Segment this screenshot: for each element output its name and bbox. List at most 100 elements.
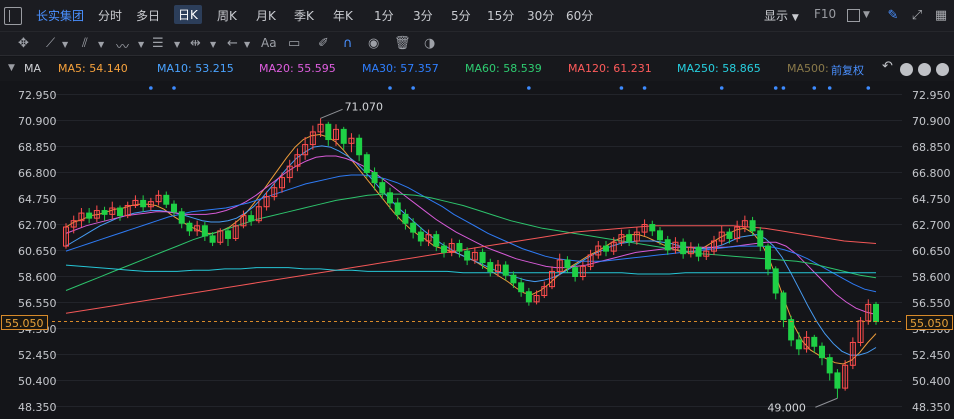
candle-body bbox=[695, 246, 702, 257]
candle-body bbox=[464, 250, 471, 261]
toggle-icon[interactable]: ◑ bbox=[424, 36, 435, 51]
tab-period-2[interactable]: 日K bbox=[174, 5, 202, 24]
minus-icon[interactable] bbox=[918, 63, 931, 76]
event-marker bbox=[781, 86, 786, 90]
tab-period-3[interactable]: 周K bbox=[217, 7, 237, 24]
candle-body bbox=[764, 245, 772, 270]
left-price-axis: 72.950 70.900 68.850 66.800 64.750 62.70… bbox=[0, 82, 57, 419]
candle-body bbox=[826, 357, 833, 374]
trash-icon[interactable]: 🗑 bbox=[394, 36, 411, 51]
candlestick-chart[interactable]: 71.070 49.000 bbox=[0, 82, 954, 419]
fib-tool-icon[interactable]: ☰ bbox=[152, 36, 164, 51]
display-dropdown[interactable]: 显示 ▼ bbox=[764, 7, 799, 24]
chevron-down-icon[interactable]: ▼ bbox=[174, 40, 180, 49]
sidebar-toggle-icon[interactable] bbox=[4, 7, 22, 25]
candle-body bbox=[410, 222, 417, 233]
draw-pen-icon[interactable]: ✎ bbox=[884, 6, 902, 24]
tab-period-11[interactable]: 30分 bbox=[527, 7, 554, 24]
tab-period-6[interactable]: 年K bbox=[333, 7, 353, 24]
event-marker bbox=[827, 86, 832, 90]
chevron-down-icon[interactable]: ▼ bbox=[244, 40, 250, 49]
y-tick: 58.600 bbox=[18, 271, 57, 284]
candle-body bbox=[680, 241, 687, 255]
stock-name[interactable]: 长实集团 bbox=[36, 7, 84, 24]
magnet-icon[interactable]: ∩ bbox=[343, 36, 353, 51]
ma120-label: MA120: 61.231 bbox=[568, 62, 652, 75]
candle-body bbox=[749, 220, 756, 232]
expand-icon[interactable]: ⤢ bbox=[908, 6, 926, 24]
f10-button[interactable]: F10 bbox=[814, 7, 836, 21]
tab-period-0[interactable]: 分时 bbox=[98, 7, 122, 24]
comment-tool-icon[interactable]: ▭ bbox=[288, 36, 300, 51]
ma5-label: MA5: 54.140 bbox=[58, 62, 128, 75]
crosshair-icon[interactable]: ✥ bbox=[18, 36, 29, 51]
candle-body bbox=[626, 234, 633, 242]
candle-body bbox=[433, 234, 440, 247]
chevron-down-icon[interactable]: ▼ bbox=[210, 40, 216, 49]
y-tick: 56.550 bbox=[912, 297, 951, 310]
tab-period-9[interactable]: 5分 bbox=[451, 7, 471, 24]
text-tool-icon[interactable]: Aa bbox=[261, 36, 277, 50]
arrow-tool-icon[interactable]: ← bbox=[227, 36, 238, 51]
candle-body bbox=[772, 268, 779, 294]
candle-body bbox=[186, 222, 193, 232]
fuquan-button[interactable]: 前复权 bbox=[831, 62, 864, 78]
y-tick: 66.800 bbox=[912, 167, 951, 180]
event-marker bbox=[619, 86, 624, 90]
event-marker bbox=[411, 86, 415, 90]
y-tick: 60.650 bbox=[912, 245, 951, 258]
candle-body bbox=[325, 123, 332, 141]
candle-body bbox=[456, 243, 463, 252]
tab-period-10[interactable]: 15分 bbox=[487, 7, 514, 24]
measure-tool-icon[interactable]: ⇹ bbox=[190, 36, 201, 51]
line-tool-icon[interactable]: ⟋ bbox=[46, 36, 55, 51]
add-icon[interactable] bbox=[900, 63, 913, 76]
y-tick: 62.700 bbox=[912, 219, 951, 232]
indicator-bar: ▼ MA MA5: 54.140 MA10: 53.215 MA20: 55.5… bbox=[0, 57, 954, 81]
event-marker bbox=[719, 86, 724, 90]
chevron-down-icon[interactable]: ▼ bbox=[138, 40, 144, 49]
candle-body bbox=[356, 137, 363, 156]
candle-body bbox=[201, 225, 208, 237]
event-marker bbox=[172, 86, 176, 90]
candle-body bbox=[834, 372, 841, 389]
y-tick: 68.850 bbox=[18, 141, 57, 154]
channel-tool-icon[interactable]: ⫽ bbox=[82, 36, 88, 51]
candle-body bbox=[818, 345, 826, 359]
ma-line-ma120 bbox=[65, 225, 877, 314]
main-toolbar: 长实集团 分时 多日 日K 周K 月K 季K 年K 1分 3分 5分 15分 3… bbox=[0, 0, 954, 32]
close-icon[interactable] bbox=[936, 63, 949, 76]
layout-chevron-icon[interactable]: ▼ bbox=[863, 10, 870, 20]
tab-period-8[interactable]: 3分 bbox=[413, 7, 433, 24]
tab-period-12[interactable]: 60分 bbox=[566, 7, 593, 24]
grid-icon[interactable]: ▦ bbox=[932, 6, 950, 24]
chevron-down-icon[interactable]: ▼ bbox=[62, 40, 68, 49]
candle-body bbox=[525, 291, 532, 303]
y-tick: 70.900 bbox=[18, 115, 57, 128]
candle-body bbox=[788, 319, 795, 341]
collapse-icon[interactable]: ▼ bbox=[8, 63, 15, 73]
eye-icon[interactable]: ◉ bbox=[368, 36, 379, 51]
candle-body bbox=[140, 199, 147, 208]
tab-period-7[interactable]: 1分 bbox=[374, 7, 394, 24]
tab-period-4[interactable]: 月K bbox=[256, 7, 276, 24]
candle-body bbox=[502, 264, 509, 276]
current-price-tag-right: 55.050 bbox=[906, 315, 953, 330]
undo-icon[interactable]: ↶ bbox=[882, 59, 893, 74]
candle-body bbox=[656, 230, 664, 241]
indicator-name[interactable]: MA bbox=[24, 62, 41, 75]
tab-period-5[interactable]: 季K bbox=[294, 7, 314, 24]
tab-period-1[interactable]: 多日 bbox=[136, 7, 160, 24]
ma500-label: MA500: bbox=[787, 62, 829, 75]
eraser-icon[interactable]: ✐ bbox=[318, 36, 329, 51]
wave-tool-icon[interactable]: 〰 bbox=[116, 36, 129, 55]
layout-icon[interactable] bbox=[847, 9, 860, 22]
candle-body bbox=[170, 203, 178, 213]
min-annotation-line bbox=[815, 397, 838, 408]
event-marker bbox=[773, 86, 778, 90]
y-tick: 64.750 bbox=[18, 193, 57, 206]
candle-body bbox=[163, 194, 170, 205]
chevron-down-icon[interactable]: ▼ bbox=[98, 40, 104, 49]
ma20-label: MA20: 55.595 bbox=[259, 62, 336, 75]
y-tick: 72.950 bbox=[912, 89, 951, 102]
